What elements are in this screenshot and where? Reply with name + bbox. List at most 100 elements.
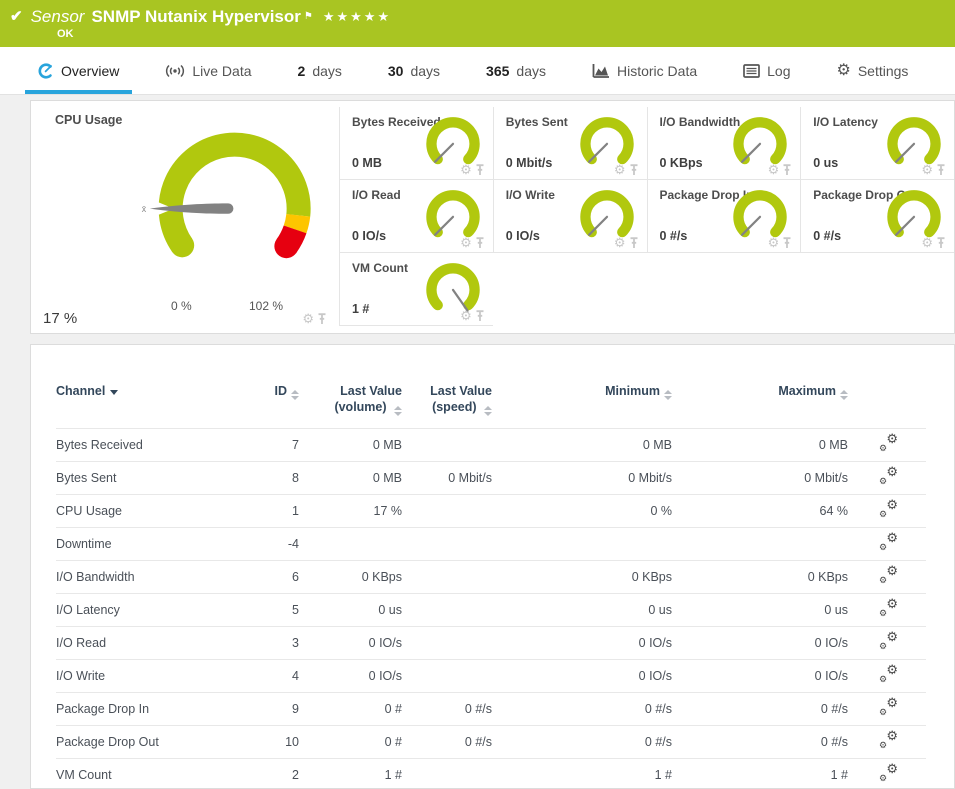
table-row[interactable]: Package Drop In90 #0 #/s0 #/s0 #/s⚙⚙ [56, 693, 926, 726]
column-header[interactable]: Channel [56, 383, 244, 429]
column-header[interactable]: ID [244, 383, 299, 429]
gear-icon[interactable]: ⚙ [768, 236, 780, 249]
gear-icon[interactable]: ⚙ [302, 312, 314, 325]
channel-name-cell[interactable]: CPU Usage [56, 495, 244, 528]
gauge-cell: I/O Read0 IO/s⚙ [339, 180, 493, 253]
table-row[interactable]: I/O Write40 IO/s0 IO/s0 IO/s⚙⚙ [56, 660, 926, 693]
channel-name-cell[interactable]: Package Drop In [56, 693, 244, 726]
channel-settings-cell: ⚙⚙ [848, 759, 926, 789]
last-value-speed-cell [402, 429, 492, 462]
table-row[interactable]: I/O Read30 IO/s0 IO/s0 IO/s⚙⚙ [56, 627, 926, 660]
channel-name-cell[interactable]: I/O Bandwidth [56, 561, 244, 594]
channel-name-cell[interactable]: Bytes Received [56, 429, 244, 462]
table-row[interactable]: I/O Bandwidth60 KBps0 KBps0 KBps⚙⚙ [56, 561, 926, 594]
table-row[interactable]: CPU Usage117 %0 %64 %⚙⚙ [56, 495, 926, 528]
sort-icon[interactable] [394, 406, 402, 416]
pin-icon[interactable] [782, 237, 792, 249]
pin-icon[interactable] [475, 310, 485, 322]
minimum-cell: 0 % [492, 495, 672, 528]
gear-icon[interactable]: ⚙ [460, 163, 472, 176]
sensor-banner: ✔ Sensor SNMP Nutanix Hypervisor ⚑ ★★★★★… [0, 0, 955, 47]
channel-name-cell[interactable]: I/O Latency [56, 594, 244, 627]
sort-icon[interactable] [664, 390, 672, 400]
pin-icon[interactable] [629, 237, 639, 249]
gear-icon[interactable]: ⚙ [921, 236, 933, 249]
pin-icon[interactable] [475, 164, 485, 176]
table-row[interactable]: I/O Latency50 us0 us0 us⚙⚙ [56, 594, 926, 627]
gear-icon[interactable]: ⚙ [460, 236, 472, 249]
channel-settings-icon[interactable]: ⚙⚙ [879, 436, 898, 452]
tab-live-data[interactable]: Live Data [152, 47, 264, 94]
column-header[interactable]: Last Value(speed) [402, 383, 492, 429]
tab-historic-data[interactable]: Historic Data [579, 47, 710, 94]
gear-icon[interactable]: ⚙ [614, 163, 626, 176]
channel-settings-cell: ⚙⚙ [848, 429, 926, 462]
gauge-min-label: 0 % [171, 299, 192, 313]
gauge-cell: I/O Latency0 us⚙ [800, 107, 954, 180]
gear-icon[interactable]: ⚙ [460, 309, 472, 322]
gauge-cell: Package Drop In0 #/s⚙ [647, 180, 801, 253]
gauge-cell: Bytes Received0 MB⚙ [339, 107, 493, 180]
table-row[interactable]: Downtime-4⚙⚙ [56, 528, 926, 561]
channel-name-cell[interactable]: I/O Read [56, 627, 244, 660]
gauge-max-label: 102 % [249, 299, 283, 313]
pin-icon[interactable] [936, 164, 946, 176]
tab-365-days[interactable]: 365days [473, 47, 559, 94]
tab-30-days[interactable]: 30days [375, 47, 453, 94]
pin-icon[interactable] [629, 164, 639, 176]
channel-settings-icon[interactable]: ⚙⚙ [879, 535, 898, 551]
last-value-volume-cell: 0 MB [299, 462, 402, 495]
pin-icon[interactable] [317, 313, 327, 325]
channel-name-cell[interactable]: I/O Write [56, 660, 244, 693]
maximum-cell: 0 MB [672, 429, 848, 462]
channel-id-cell: 1 [244, 495, 299, 528]
channel-settings-icon[interactable]: ⚙⚙ [879, 766, 898, 782]
table-row[interactable]: Bytes Sent80 MB0 Mbit/s0 Mbit/s0 Mbit/s⚙… [56, 462, 926, 495]
channel-name-cell[interactable]: Downtime [56, 528, 244, 561]
minimum-cell: 1 # [492, 759, 672, 789]
column-header[interactable]: Last Value(volume) [299, 383, 402, 429]
channel-settings-icon[interactable]: ⚙⚙ [879, 469, 898, 485]
channel-settings-icon[interactable]: ⚙⚙ [879, 634, 898, 650]
channel-settings-icon[interactable]: ⚙⚙ [879, 502, 898, 518]
tab-2-days[interactable]: 2days [285, 47, 355, 94]
flag-icon[interactable]: ⚑ [304, 6, 313, 28]
sort-icon[interactable] [484, 406, 492, 416]
pin-icon[interactable] [475, 237, 485, 249]
gauge-value: 0 #/s [660, 229, 688, 243]
channel-settings-cell: ⚙⚙ [848, 561, 926, 594]
tab-settings[interactable]: ⚙Settings [823, 47, 921, 94]
tab-overview[interactable]: Overview [25, 47, 132, 94]
gauge-title: I/O Read [352, 188, 401, 202]
channel-name-cell[interactable]: Bytes Sent [56, 462, 244, 495]
tab-number: 365 [486, 63, 509, 79]
channel-name-cell[interactable]: Package Drop Out [56, 726, 244, 759]
live-data-icon [165, 63, 185, 79]
tab-log[interactable]: Log [730, 47, 803, 94]
table-row[interactable]: Package Drop Out100 #0 #/s0 #/s0 #/s⚙⚙ [56, 726, 926, 759]
pin-icon[interactable] [782, 164, 792, 176]
sort-icon[interactable] [840, 390, 848, 400]
channel-settings-icon[interactable]: ⚙⚙ [879, 667, 898, 683]
gear-icon[interactable]: ⚙ [614, 236, 626, 249]
column-header[interactable]: Minimum [492, 383, 672, 429]
minimum-cell: 0 IO/s [492, 660, 672, 693]
channel-settings-icon[interactable]: ⚙⚙ [879, 568, 898, 584]
table-row[interactable]: VM Count21 #1 #1 #⚙⚙ [56, 759, 926, 789]
gear-icon[interactable]: ⚙ [921, 163, 933, 176]
gear-icon[interactable]: ⚙ [768, 163, 780, 176]
channel-name-cell[interactable]: VM Count [56, 759, 244, 789]
column-header[interactable]: Maximum [672, 383, 848, 429]
maximum-cell: 0 IO/s [672, 660, 848, 693]
sort-desc-icon[interactable] [110, 390, 118, 395]
table-row[interactable]: Bytes Received70 MB0 MB0 MB⚙⚙ [56, 429, 926, 462]
channel-settings-icon[interactable]: ⚙⚙ [879, 601, 898, 617]
channel-settings-icon[interactable]: ⚙⚙ [879, 700, 898, 716]
tab-number: 30 [388, 63, 404, 79]
priority-stars[interactable]: ★★★★★ [323, 6, 391, 28]
sort-icon[interactable] [291, 390, 299, 400]
pin-icon[interactable] [936, 237, 946, 249]
last-value-speed-cell [402, 495, 492, 528]
maximum-cell: 0 us [672, 594, 848, 627]
channel-settings-icon[interactable]: ⚙⚙ [879, 733, 898, 749]
